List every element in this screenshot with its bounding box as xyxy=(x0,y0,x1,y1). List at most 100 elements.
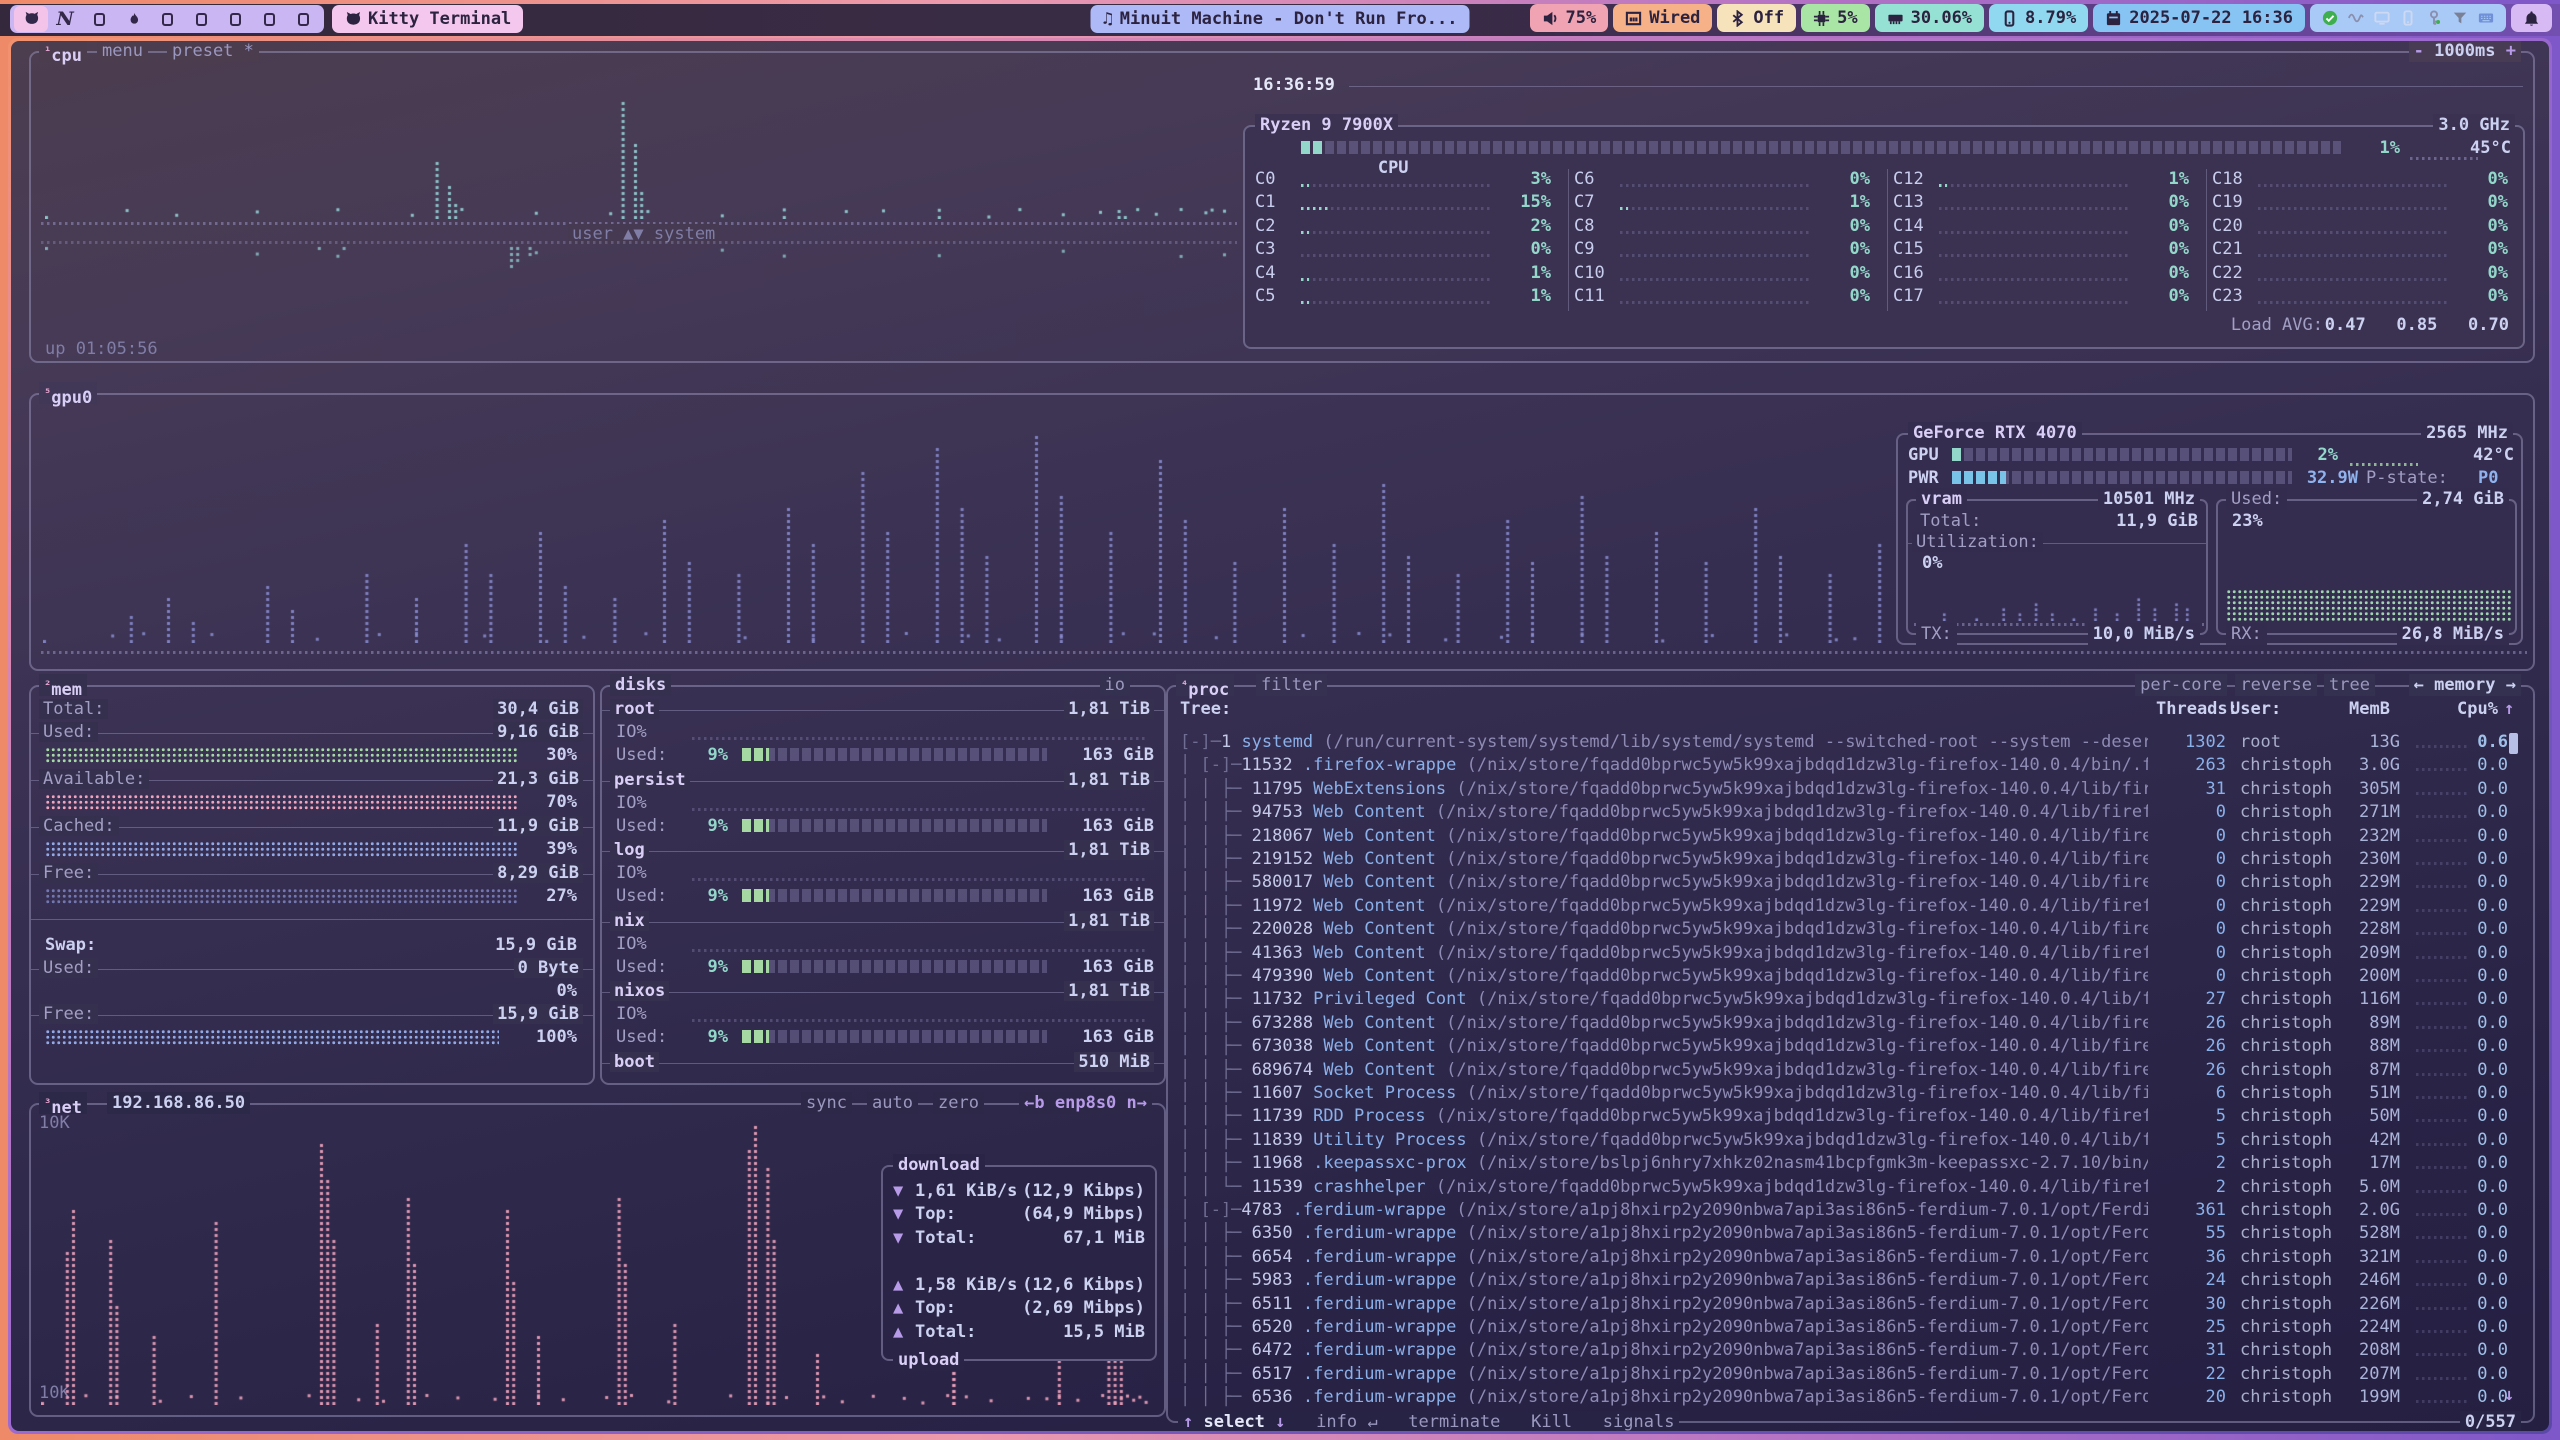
process-row[interactable]: │ │ ├─ 11839 Utility Process (/nix/store… xyxy=(1178,1129,2525,1152)
process-command: (/nix/store/fqadd0bprwc5yw5k99xajbdqd1dz… xyxy=(1467,755,2148,775)
download-title: download xyxy=(893,1154,985,1176)
process-threads: 25 xyxy=(2156,1316,2226,1339)
process-row[interactable]: │ │ ├─ 220028 Web Content (/nix/store/fq… xyxy=(1178,918,2525,941)
core-pct: 0% xyxy=(2456,286,2508,306)
tree-button[interactable]: tree xyxy=(2324,674,2375,696)
workspace-button-4[interactable] xyxy=(116,6,150,32)
process-row[interactable]: │ │ ├─ 6536 .ferdium-wrappe (/nix/store/… xyxy=(1178,1386,2525,1409)
select-button[interactable]: select xyxy=(1204,1412,1265,1431)
empty-workspace-icon xyxy=(162,13,173,26)
volume-module[interactable]: 75% xyxy=(1530,4,1609,32)
process-row[interactable]: │ [-]─11532 .firefox-wrappe (/nix/store/… xyxy=(1178,754,2525,777)
process-mem: 208M xyxy=(2320,1339,2400,1362)
sort-column-selector[interactable]: ← memory → xyxy=(2409,674,2521,696)
signals-button[interactable]: signals xyxy=(1603,1412,1675,1431)
col-threads[interactable]: Threads: xyxy=(2156,699,2216,719)
process-row[interactable]: │ │ ├─ 11739 RDD Process (/nix/store/fqa… xyxy=(1178,1105,2525,1128)
reverse-button[interactable]: reverse xyxy=(2235,674,2317,696)
process-row[interactable]: │ │ ├─ 6517 .ferdium-wrappe (/nix/store/… xyxy=(1178,1363,2525,1386)
workspace-button-1[interactable] xyxy=(14,6,48,32)
update-interval-control[interactable]: - 1000ms + xyxy=(2409,41,2521,62)
clock-rule xyxy=(1349,86,2523,87)
terminate-button[interactable]: terminate xyxy=(1408,1412,1500,1431)
tray-check-icon[interactable] xyxy=(2322,10,2338,26)
process-pid: 6654 xyxy=(1252,1247,1303,1267)
process-row[interactable]: │ │ ├─ 6472 .ferdium-wrappe (/nix/store/… xyxy=(1178,1339,2525,1362)
net-interface-selector[interactable]: ←b enp8s0 n→ xyxy=(1019,1092,1152,1114)
process-row[interactable]: │ │ ├─ 479390 Web Content (/nix/store/fq… xyxy=(1178,965,2525,988)
process-row[interactable]: │ │ ├─ 673038 Web Content (/nix/store/fq… xyxy=(1178,1035,2525,1058)
kitty-terminal-tab[interactable]: Kitty Terminal xyxy=(332,5,523,33)
menu-button[interactable]: menu xyxy=(97,41,148,62)
net-zero-button[interactable]: zero xyxy=(933,1092,984,1114)
process-row[interactable]: │ │ ├─ 580017 Web Content (/nix/store/fq… xyxy=(1178,871,2525,894)
cpu-value: 5% xyxy=(1837,8,1857,28)
tray-keyboard-icon[interactable] xyxy=(2478,10,2494,26)
process-row[interactable]: │ │ ├─ 11732 Privileged Cont (/nix/store… xyxy=(1178,988,2525,1011)
tray-phone-icon[interactable] xyxy=(2400,10,2416,26)
notifications-bell[interactable] xyxy=(2511,4,2552,32)
io-mode-button[interactable]: io xyxy=(1100,674,1130,696)
info-button[interactable]: info ↵ xyxy=(1316,1412,1377,1431)
net-sync-button[interactable]: sync xyxy=(801,1092,852,1114)
memory-module[interactable]: 30.06% xyxy=(1875,4,1984,32)
tree-prefix: │ │ └─ xyxy=(1180,1177,1252,1197)
process-threads: 263 xyxy=(2156,754,2226,777)
process-row[interactable]: │ │ ├─ 11607 Socket Process (/nix/store/… xyxy=(1178,1082,2525,1105)
process-row[interactable]: │ [-]─4783 .ferdium-wrappe (/nix/store/a… xyxy=(1178,1199,2525,1222)
process-row[interactable]: │ │ ├─ 11795 WebExtensions (/nix/store/f… xyxy=(1178,778,2525,801)
cpu-module[interactable]: 5% xyxy=(1801,4,1869,32)
device-module[interactable]: 8.79% xyxy=(1989,4,2088,32)
preset-button[interactable]: preset * xyxy=(167,41,259,62)
filter-button[interactable]: filter xyxy=(1256,674,1327,696)
empty-workspace-icon xyxy=(264,13,275,26)
workspace-button-6[interactable] xyxy=(184,6,218,32)
process-row[interactable]: │ │ ├─ 11972 Web Content (/nix/store/fqa… xyxy=(1178,895,2525,918)
net-auto-button[interactable]: auto xyxy=(867,1092,918,1114)
workspace-button-2[interactable]: N xyxy=(48,6,82,32)
workspace-button-9[interactable] xyxy=(286,6,320,32)
process-threads: 5 xyxy=(2156,1129,2226,1152)
process-command: (/nix/store/a1pj8hxirp2y2090nbwa7api3asi… xyxy=(1467,1223,2148,1243)
process-command: (/nix/store/fqadd0bprwc5yw5k99xajbdqd1dz… xyxy=(1446,1060,2148,1080)
workspace-button-5[interactable] xyxy=(150,6,184,32)
scrollbar-thumb[interactable] xyxy=(2509,733,2518,754)
process-row[interactable]: │ │ ├─ 6520 .ferdium-wrappe (/nix/store/… xyxy=(1178,1316,2525,1339)
workspace-button-8[interactable] xyxy=(252,6,286,32)
process-row[interactable]: [-]─1 systemd (/run/current-system/syste… xyxy=(1178,731,2525,754)
process-threads: 0 xyxy=(2156,871,2226,894)
core-meter xyxy=(1939,184,2129,187)
process-row[interactable]: │ │ ├─ 11968 .keepassxc-prox (/nix/store… xyxy=(1178,1152,2525,1175)
core-meter xyxy=(1620,254,1810,257)
music-widget[interactable]: ♫ Minuit Machine - Don't Run Fro... xyxy=(1090,5,1469,33)
music-title: Minuit Machine - Don't Run Fro... xyxy=(1120,9,1458,29)
process-row[interactable]: │ │ ├─ 94753 Web Content (/nix/store/fqa… xyxy=(1178,801,2525,824)
process-command: (/nix/store/fqadd0bprwc5yw5k99xajbdqd1dz… xyxy=(1436,1177,2148,1197)
process-row[interactable]: │ │ ├─ 6350 .ferdium-wrappe (/nix/store/… xyxy=(1178,1222,2525,1245)
tray-funnel-icon[interactable] xyxy=(2452,10,2468,26)
workspace-button-7[interactable] xyxy=(218,6,252,32)
tray-wave-icon[interactable] xyxy=(2348,10,2364,26)
process-row[interactable]: │ │ ├─ 5983 .ferdium-wrappe (/nix/store/… xyxy=(1178,1269,2525,1292)
tray-display-icon[interactable] xyxy=(2374,10,2390,26)
process-row[interactable]: │ │ └─ 11539 crashhelper (/nix/store/fqa… xyxy=(1178,1176,2525,1199)
process-row[interactable]: │ │ ├─ 41363 Web Content (/nix/store/fqa… xyxy=(1178,942,2525,965)
clock-module[interactable]: 2025-07-22 16:36 xyxy=(2093,4,2305,32)
process-row[interactable]: │ │ ├─ 6654 .ferdium-wrappe (/nix/store/… xyxy=(1178,1246,2525,1269)
tray-key-icon[interactable] xyxy=(2426,10,2442,26)
workspace-button-3[interactable] xyxy=(82,6,116,32)
process-row[interactable]: │ │ ├─ 218067 Web Content (/nix/store/fq… xyxy=(1178,825,2525,848)
process-row[interactable]: │ │ ├─ 673288 Web Content (/nix/store/fq… xyxy=(1178,1012,2525,1035)
col-cpu[interactable]: Cpu% xyxy=(2438,699,2498,719)
col-user[interactable]: User: xyxy=(2230,699,2281,719)
process-row[interactable]: │ │ ├─ 6511 .ferdium-wrappe (/nix/store/… xyxy=(1178,1293,2525,1316)
per-core-button[interactable]: per-core xyxy=(2135,674,2227,696)
kill-button[interactable]: Kill xyxy=(1531,1412,1572,1431)
network-module[interactable]: Wired xyxy=(1613,4,1712,32)
bluetooth-module[interactable]: Off xyxy=(1717,4,1796,32)
process-mem: 88M xyxy=(2320,1035,2400,1058)
col-memb[interactable]: MemB xyxy=(2320,699,2390,719)
process-row[interactable]: │ │ ├─ 219152 Web Content (/nix/store/fq… xyxy=(1178,848,2525,871)
process-row[interactable]: │ │ ├─ 689674 Web Content (/nix/store/fq… xyxy=(1178,1059,2525,1082)
disk-name: persist xyxy=(610,770,690,790)
